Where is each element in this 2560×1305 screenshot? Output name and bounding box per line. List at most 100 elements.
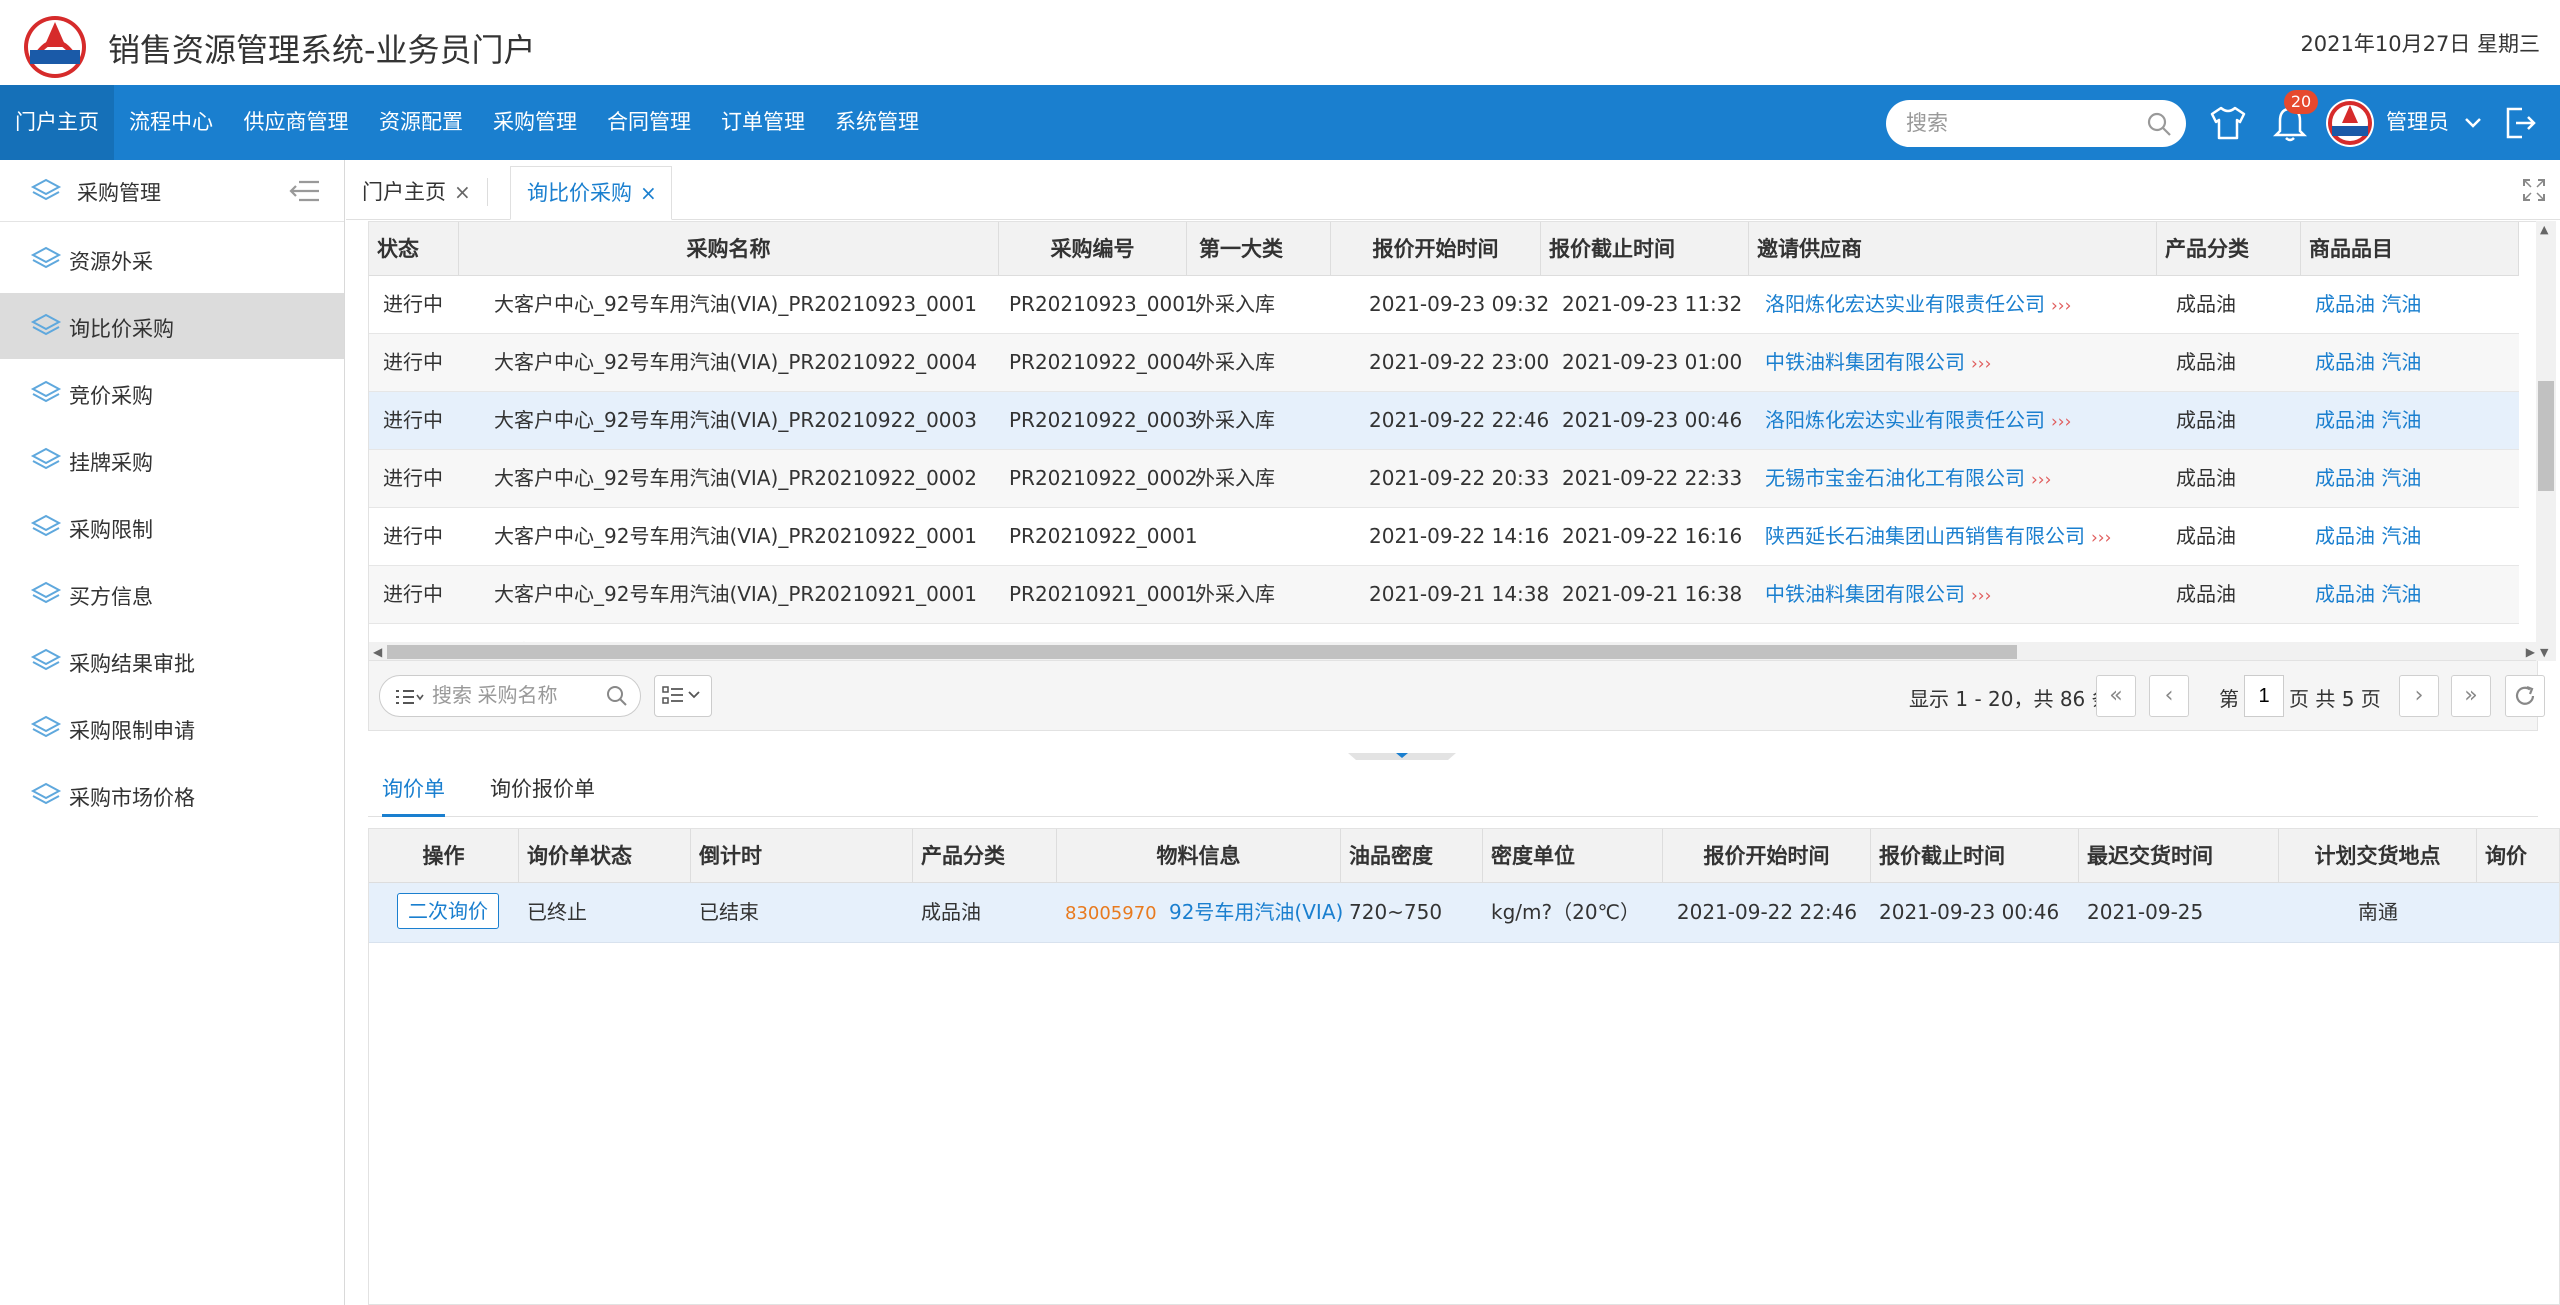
material-name-link[interactable]: 92号车用汽油(VIA): [1169, 900, 1343, 924]
sidebar-item-6[interactable]: 采购结果审批: [0, 628, 344, 694]
goods-item-link[interactable]: 成品油 汽油: [2315, 508, 2421, 565]
tab-inquiry-quote-sheet[interactable]: 询价报价单: [490, 761, 595, 817]
nav-item-contract[interactable]: 合同管理: [592, 85, 706, 160]
sidebar-item-8[interactable]: 采购市场价格: [0, 762, 344, 828]
horizontal-scrollbar[interactable]: ◀ ▶: [369, 642, 2537, 660]
column-header[interactable]: 询价: [2477, 829, 2559, 883]
logout-icon[interactable]: [2502, 105, 2538, 141]
supplier-link[interactable]: 中铁油料集团有限公司 ›››: [1765, 566, 1991, 623]
column-header[interactable]: 采购编号: [999, 222, 1187, 276]
search-icon[interactable]: [2146, 111, 2172, 137]
sidebar-item-7[interactable]: 采购限制申请: [0, 695, 344, 761]
nav-item-portal-home[interactable]: 门户主页: [0, 85, 114, 160]
sidebar-item-3[interactable]: 挂牌采购: [0, 427, 344, 493]
column-header[interactable]: 物料信息: [1057, 829, 1341, 883]
goods-item-link-text[interactable]: 成品油 汽油: [2315, 524, 2421, 548]
scroll-right-icon[interactable]: ▶: [2526, 645, 2535, 659]
fullscreen-icon[interactable]: [2522, 178, 2546, 202]
supplier-link-text[interactable]: 中铁油料集团有限公司: [1765, 350, 1965, 374]
scrollbar-thumb[interactable]: [387, 645, 2017, 659]
more-chevrons-icon[interactable]: ›››: [1971, 586, 1991, 606]
more-chevrons-icon[interactable]: ›››: [2031, 470, 2051, 490]
close-icon[interactable]: ×: [640, 181, 657, 205]
column-header[interactable]: 产品分类: [913, 829, 1057, 883]
supplier-link-text[interactable]: 中铁油料集团有限公司: [1765, 582, 1965, 606]
goods-item-link[interactable]: 成品油 汽油: [2315, 566, 2421, 623]
column-header[interactable]: 产品分类: [2157, 222, 2301, 276]
column-header[interactable]: 密度单位: [1483, 829, 1663, 883]
goods-item-link[interactable]: 成品油 汽油: [2315, 276, 2421, 333]
more-chevrons-icon[interactable]: ›››: [1971, 354, 1991, 374]
supplier-link[interactable]: 中铁油料集团有限公司 ›››: [1765, 334, 1991, 391]
goods-item-link-text[interactable]: 成品油 汽油: [2315, 582, 2421, 606]
goods-item-link-text[interactable]: 成品油 汽油: [2315, 466, 2421, 490]
supplier-link-text[interactable]: 洛阳炼化宏达实业有限责任公司: [1765, 408, 2045, 432]
column-header[interactable]: 操作: [369, 829, 519, 883]
panel-splitter-handle[interactable]: [1344, 749, 1460, 761]
nav-item-supplier[interactable]: 供应商管理: [228, 85, 364, 160]
nav-item-procurement[interactable]: 采购管理: [478, 85, 592, 160]
table-row[interactable]: 进行中 大客户中心_92号车用汽油(VIA)_PR20210922_0004 PR2…: [369, 334, 2519, 392]
table-row[interactable]: 二次询价 已终止 已结束 成品油 83005970 92号车用汽油(VIA) 7…: [369, 883, 2559, 943]
column-header[interactable]: 最迟交货时间: [2079, 829, 2279, 883]
close-icon[interactable]: ×: [454, 180, 471, 204]
tab-portal-home[interactable]: 门户主页 ×: [346, 166, 471, 220]
sidebar-item-0[interactable]: 资源外采: [0, 226, 344, 292]
supplier-link-text[interactable]: 无锡市宝金石油化工有限公司: [1765, 466, 2025, 490]
search-input[interactable]: [1906, 100, 2136, 147]
more-chevrons-icon[interactable]: ›››: [2091, 528, 2111, 548]
sidebar-item-5[interactable]: 买方信息: [0, 561, 344, 627]
next-page-button[interactable]: ›: [2399, 675, 2439, 717]
column-header[interactable]: 倒计时: [691, 829, 913, 883]
goods-item-link[interactable]: 成品油 汽油: [2315, 392, 2421, 449]
goods-item-link[interactable]: 成品油 汽油: [2315, 334, 2421, 391]
first-page-button[interactable]: «: [2096, 675, 2136, 717]
column-header[interactable]: 商品品目: [2301, 222, 2519, 276]
user-name[interactable]: 管理员: [2386, 85, 2449, 160]
last-page-button[interactable]: »: [2451, 675, 2491, 717]
column-header[interactable]: 报价开始时间: [1663, 829, 1871, 883]
table-row[interactable]: 进行中 大客户中心_92号车用汽油(VIA)_PR20210922_0002 PR2…: [369, 450, 2519, 508]
nav-item-order[interactable]: 订单管理: [706, 85, 820, 160]
search-icon[interactable]: [606, 685, 628, 707]
column-settings-button[interactable]: [654, 675, 712, 717]
column-header[interactable]: 报价截止时间: [1871, 829, 2079, 883]
name-search-input[interactable]: [432, 676, 602, 716]
supplier-link-text[interactable]: 陕西延长石油集团山西销售有限公司: [1765, 524, 2085, 548]
nav-item-system[interactable]: 系统管理: [820, 85, 934, 160]
avatar[interactable]: [2326, 99, 2374, 147]
tab-inquiry-procurement[interactable]: 询比价采购 ×: [510, 166, 672, 220]
collapse-menu-icon[interactable]: [289, 179, 321, 203]
refresh-button[interactable]: [2505, 675, 2545, 717]
column-header[interactable]: 报价截止时间: [1541, 222, 1749, 276]
table-row[interactable]: 进行中 大客户中心_92号车用汽油(VIA)_PR20210922_0003 PR2…: [369, 392, 2519, 450]
supplier-link-text[interactable]: 洛阳炼化宏达实业有限责任公司: [1765, 292, 2045, 316]
requote-button[interactable]: 二次询价: [397, 893, 499, 929]
nav-item-resource[interactable]: 资源配置: [364, 85, 478, 160]
column-header[interactable]: 第一大类: [1187, 222, 1331, 276]
column-header[interactable]: 询价单状态: [519, 829, 691, 883]
list-menu-icon[interactable]: [394, 687, 424, 707]
sidebar-item-1[interactable]: 询比价采购: [0, 293, 344, 359]
scroll-left-icon[interactable]: ◀: [373, 645, 382, 659]
scrollbar-thumb[interactable]: [2538, 381, 2554, 491]
skin-shirt-icon[interactable]: [2208, 105, 2248, 141]
prev-page-button[interactable]: ‹: [2149, 675, 2189, 717]
tab-inquiry-sheet[interactable]: 询价单: [382, 761, 445, 817]
sidebar-item-2[interactable]: 竞价采购: [0, 360, 344, 426]
column-header[interactable]: 邀请供应商: [1749, 222, 2157, 276]
page-number-input[interactable]: [2244, 675, 2284, 717]
goods-item-link[interactable]: 成品油 汽油: [2315, 450, 2421, 507]
scroll-down-icon[interactable]: ▼: [2540, 646, 2548, 659]
supplier-link[interactable]: 洛阳炼化宏达实业有限责任公司 ›››: [1765, 392, 2071, 449]
supplier-link[interactable]: 陕西延长石油集团山西销售有限公司 ›››: [1765, 508, 2111, 565]
goods-item-link-text[interactable]: 成品油 汽油: [2315, 292, 2421, 316]
column-header[interactable]: 计划交货地点: [2279, 829, 2477, 883]
table-row[interactable]: 进行中 大客户中心_92号车用汽油(VIA)_PR20210923_0001 PR2…: [369, 276, 2519, 334]
table-row[interactable]: 进行中 大客户中心_92号车用汽油(VIA)_PR20210921_0001 PR2…: [369, 566, 2519, 624]
nav-item-workflow[interactable]: 流程中心: [114, 85, 228, 160]
supplier-link[interactable]: 洛阳炼化宏达实业有限责任公司 ›››: [1765, 276, 2071, 333]
sidebar-item-4[interactable]: 采购限制: [0, 494, 344, 560]
column-header[interactable]: 状态: [369, 222, 459, 276]
chevron-down-icon[interactable]: [2463, 113, 2483, 133]
